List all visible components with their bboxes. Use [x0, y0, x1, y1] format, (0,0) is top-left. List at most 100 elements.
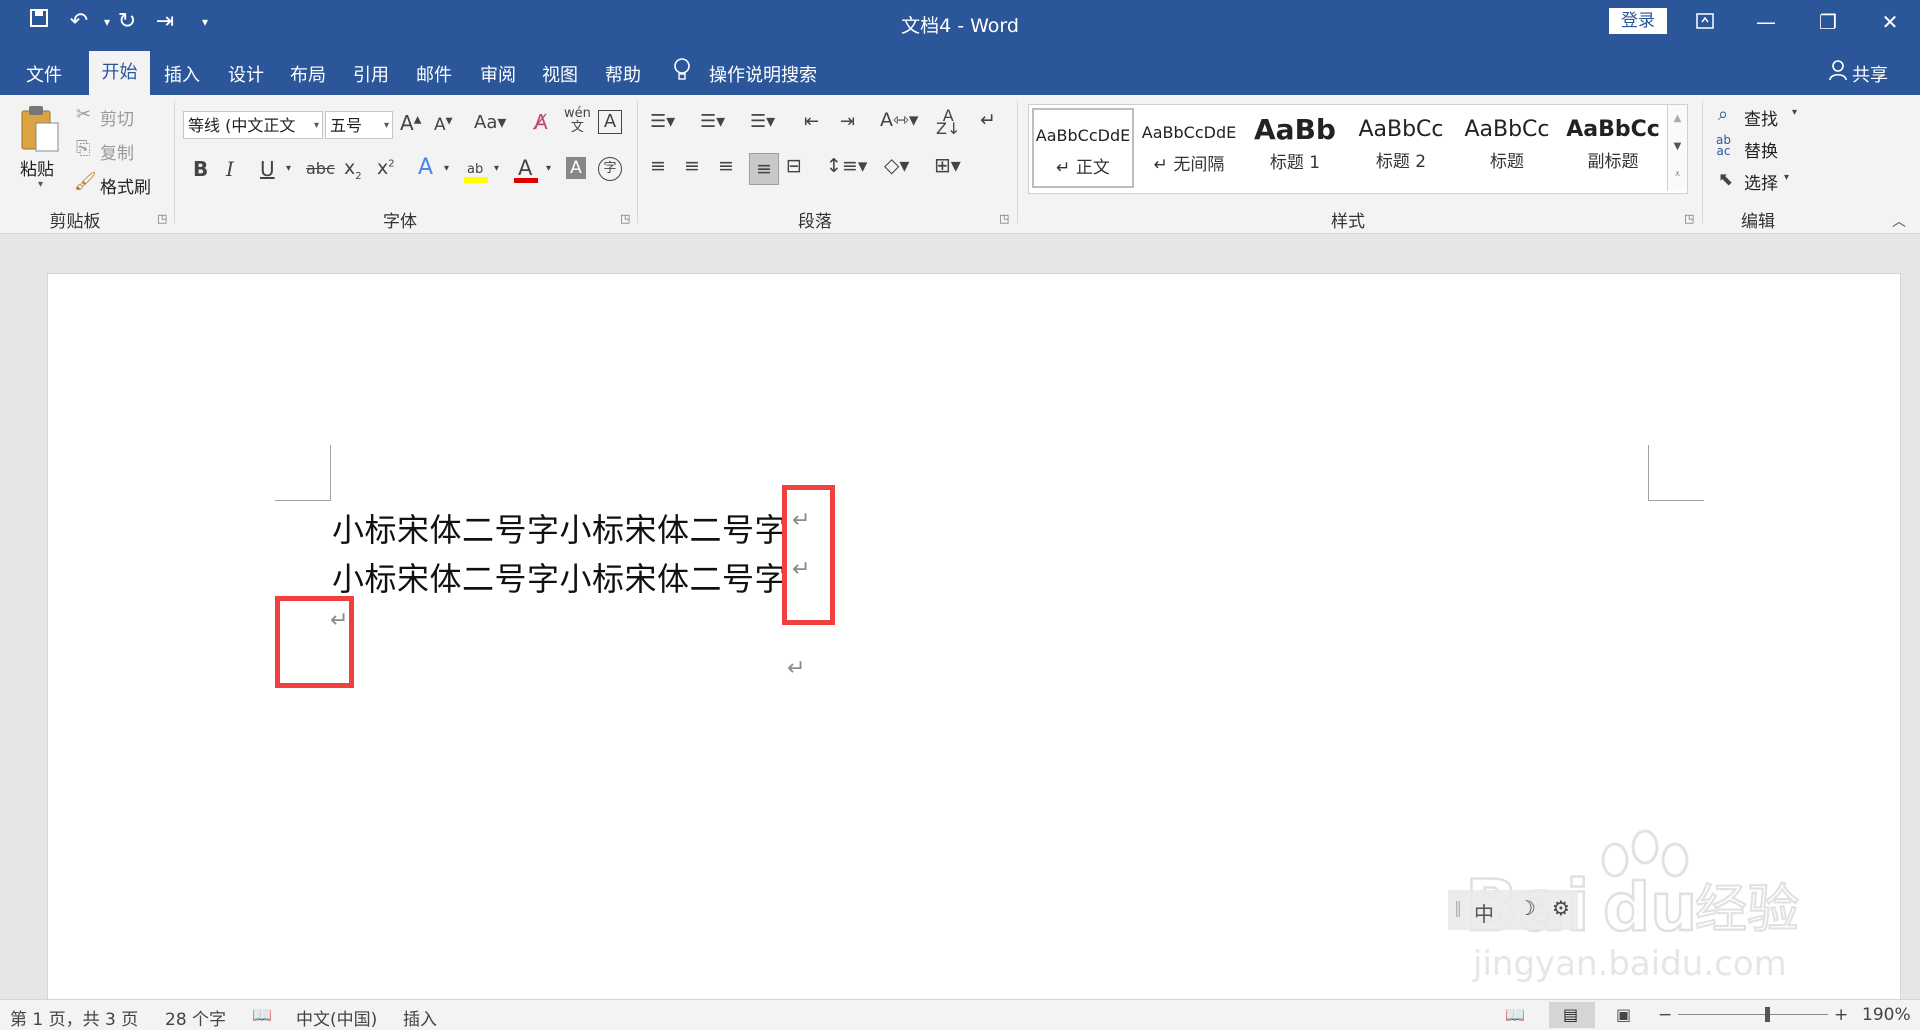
- tab-insert[interactable]: 插入: [164, 61, 200, 87]
- tab-mailings[interactable]: 邮件: [416, 61, 452, 87]
- style-subtitle[interactable]: AaBbCc 副标题: [1561, 105, 1665, 191]
- lightbulb-icon[interactable]: [672, 57, 692, 87]
- tell-me-search[interactable]: 操作说明搜索: [709, 61, 817, 87]
- font-launcher-icon[interactable]: ◳: [620, 212, 630, 225]
- find-dropdown-icon[interactable]: ▾: [1792, 107, 1797, 118]
- style-title[interactable]: AaBbCc 标题: [1455, 105, 1559, 191]
- share-button[interactable]: 共享: [1852, 61, 1888, 87]
- distributed-icon[interactable]: ⊟: [786, 155, 802, 177]
- phonetic-guide-icon[interactable]: wén 文: [564, 107, 591, 135]
- line-spacing-icon[interactable]: ↕≡▾: [826, 155, 867, 177]
- read-mode-icon[interactable]: 📖: [1505, 1005, 1525, 1024]
- find-button[interactable]: 查找: [1744, 105, 1778, 130]
- person-icon[interactable]: [1828, 59, 1848, 85]
- paste-button[interactable]: 粘贴: [20, 155, 54, 180]
- italic-icon[interactable]: I: [226, 157, 234, 181]
- paste-icon[interactable]: [18, 103, 62, 157]
- subscript-icon[interactable]: x2: [344, 157, 362, 182]
- change-case-icon[interactable]: Aa▾: [474, 112, 506, 133]
- style-no-spacing[interactable]: AaBbCcDdE ↵ 无间隔: [1137, 105, 1241, 191]
- zoom-in-icon[interactable]: +: [1834, 1005, 1848, 1025]
- proofing-icon[interactable]: 📖: [252, 1005, 272, 1024]
- align-left-icon[interactable]: ≡: [650, 155, 666, 177]
- style-normal[interactable]: AaBbCcDdE ↵ 正文: [1032, 108, 1134, 188]
- moon-icon[interactable]: ☽: [1518, 896, 1536, 920]
- replace-button[interactable]: 替换: [1744, 137, 1778, 162]
- select-button[interactable]: 选择: [1744, 169, 1778, 194]
- decrease-indent-icon[interactable]: ⇤: [804, 111, 819, 132]
- ribbon-display-options-icon[interactable]: [1677, 6, 1733, 38]
- tab-view[interactable]: 视图: [542, 61, 578, 87]
- chinese-layout-icon[interactable]: A⇿▾: [880, 109, 918, 131]
- search-icon[interactable]: ⌕: [1718, 104, 1728, 125]
- paintbrush-icon[interactable]: 🖌: [74, 171, 97, 192]
- strikethrough-icon[interactable]: abc: [306, 159, 335, 178]
- paste-dropdown-icon[interactable]: ▾: [38, 179, 43, 190]
- copy-icon[interactable]: ⎘: [76, 138, 90, 159]
- zoom-level[interactable]: 190%: [1862, 1005, 1911, 1025]
- character-border-icon[interactable]: A: [598, 110, 622, 134]
- clipboard-launcher-icon[interactable]: ◳: [157, 212, 167, 225]
- select-dropdown-icon[interactable]: ▾: [1784, 172, 1789, 183]
- replace-icon[interactable]: ab ac: [1716, 134, 1731, 157]
- align-right-icon[interactable]: ≡: [718, 155, 734, 177]
- ime-handle-icon[interactable]: ‖: [1454, 898, 1462, 917]
- increase-indent-icon[interactable]: ⇥: [840, 111, 855, 132]
- insert-mode[interactable]: 插入: [403, 1005, 437, 1030]
- bullets-icon[interactable]: ☰▾: [650, 111, 675, 132]
- text-effects-dropdown-icon[interactable]: ▾: [444, 163, 449, 174]
- select-cursor-icon[interactable]: ⬉: [1718, 169, 1733, 190]
- gallery-up-icon[interactable]: ▲: [1668, 105, 1687, 133]
- tab-layout[interactable]: 布局: [290, 61, 326, 87]
- bold-icon[interactable]: B: [193, 157, 208, 181]
- justify-icon[interactable]: ≡: [749, 153, 779, 185]
- print-layout-button[interactable]: ▤: [1549, 1002, 1595, 1028]
- close-icon[interactable]: ✕: [1862, 6, 1918, 38]
- sort-icon[interactable]: A Z↓: [936, 108, 960, 137]
- highlight-color-icon[interactable]: ab: [464, 157, 490, 189]
- collapse-ribbon-icon[interactable]: ︿: [1892, 211, 1906, 231]
- style-heading-1[interactable]: AaBb 标题 1: [1243, 105, 1347, 191]
- zoom-slider[interactable]: [1678, 1014, 1828, 1015]
- ime-language[interactable]: 中: [1474, 898, 1494, 927]
- enclose-characters-icon[interactable]: 字: [598, 157, 622, 181]
- gallery-down-icon[interactable]: ▼: [1668, 133, 1687, 161]
- minimize-icon[interactable]: —: [1738, 6, 1794, 38]
- numbering-icon[interactable]: ☰▾: [700, 111, 725, 132]
- restore-icon[interactable]: ❐: [1800, 6, 1856, 38]
- login-button[interactable]: 登录: [1609, 8, 1667, 34]
- multilevel-list-icon[interactable]: ☰▾: [750, 111, 775, 132]
- word-count[interactable]: 28 个字: [165, 1005, 226, 1030]
- tab-design[interactable]: 设计: [228, 61, 264, 87]
- font-color-icon[interactable]: A: [514, 155, 540, 189]
- format-painter-button[interactable]: 格式刷: [100, 173, 151, 198]
- document-line-1[interactable]: 小标宋体二号字小标宋体二号字: [332, 505, 787, 551]
- tab-help[interactable]: 帮助: [605, 61, 641, 87]
- underline-dropdown-icon[interactable]: ▾: [286, 163, 291, 174]
- underline-icon[interactable]: U: [260, 157, 275, 181]
- page-count[interactable]: 第 1 页，共 3 页: [10, 1005, 138, 1030]
- grow-font-icon[interactable]: A▲: [400, 111, 421, 135]
- gallery-more-icon[interactable]: ⩡: [1668, 161, 1687, 189]
- document-line-2[interactable]: 小标宋体二号字小标宋体二号字: [332, 554, 787, 600]
- shading-icon[interactable]: ◇▾: [884, 153, 909, 177]
- font-size-combo[interactable]: 五号 ▾: [325, 111, 393, 139]
- style-heading-2[interactable]: AaBbCc 标题 2: [1349, 105, 1453, 191]
- highlight-dropdown-icon[interactable]: ▾: [494, 163, 499, 174]
- gear-icon[interactable]: ⚙: [1552, 896, 1570, 920]
- copy-button[interactable]: 复制: [100, 139, 134, 164]
- shrink-font-icon[interactable]: A▼: [434, 115, 453, 135]
- tab-review[interactable]: 审阅: [480, 61, 516, 87]
- character-shading-icon[interactable]: A: [566, 157, 586, 179]
- tab-file[interactable]: 文件: [26, 61, 62, 87]
- paragraph-launcher-icon[interactable]: ◳: [999, 212, 1009, 225]
- text-effects-icon[interactable]: A: [418, 155, 433, 180]
- ime-toolbar[interactable]: ‖ 中 ☽ ⚙: [1448, 890, 1578, 930]
- superscript-icon[interactable]: x2: [377, 157, 395, 179]
- tab-references[interactable]: 引用: [353, 61, 389, 87]
- language-status[interactable]: 中文(中国): [296, 1005, 377, 1030]
- align-center-icon[interactable]: ≡: [684, 155, 700, 177]
- zoom-slider-thumb[interactable]: [1765, 1007, 1770, 1022]
- zoom-out-icon[interactable]: −: [1658, 1005, 1672, 1025]
- scissors-icon[interactable]: ✂: [76, 104, 91, 125]
